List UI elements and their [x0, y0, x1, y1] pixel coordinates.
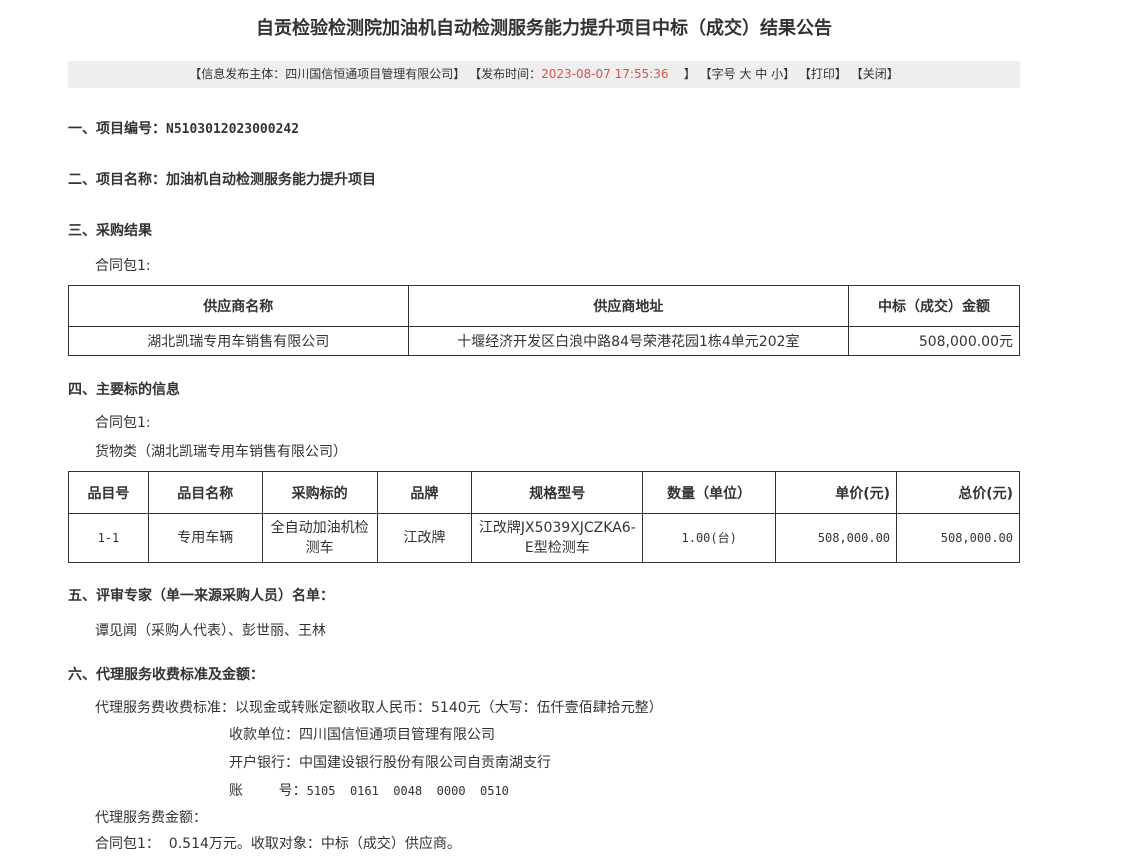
payee: 收款单位：四川国信恒通项目管理有限公司 [229, 727, 495, 743]
procurement-object: 全自动加油机检测车 [261, 513, 378, 563]
item-name: 专用车辆 [147, 513, 263, 563]
quantity: 1.00(台) [642, 513, 777, 563]
supplier-address: 十堰经济开发区白浪中路84号荣港花园1栋4单元202室 [407, 326, 850, 356]
table-row: 湖北凯瑞专用车销售有限公司 十堰经济开发区白浪中路84号荣港花园1栋4单元202… [68, 326, 1020, 356]
total-price: 508,000.00 [896, 513, 1020, 563]
project-number-value: N5103012023000242 [166, 122, 300, 137]
supplier-name: 湖北凯瑞专用车销售有限公司 [68, 326, 409, 356]
table-header-cell: 品目号 [68, 471, 149, 514]
section-heading-experts: 五、评审专家（单一来源采购人员）名单： [68, 588, 334, 604]
table-header-cell: 供应商地址 [407, 285, 850, 327]
page-title: 自贡检验检测院加油机自动检测服务能力提升项目中标（成交）结果公告 [256, 18, 832, 39]
project-name: 二、项目名称：加油机自动检测服务能力提升项目 [68, 169, 376, 189]
publish-time-close: 】 [683, 67, 696, 81]
award-amount: 508,000.00元 [848, 326, 1020, 356]
table-header-cell: 单价(元) [775, 471, 898, 514]
info-bar: 【信息发布主体：四川国信恒通项目管理有限公司】 【发布时间：2023-08-07… [68, 61, 1020, 88]
fee-amount-label: 代理服务费金额： [95, 810, 207, 826]
spec-model: 江改牌JX5039XJCZKA6-E型检测车 [471, 513, 644, 563]
print-link[interactable]: 【打印】 [799, 67, 847, 81]
table-header-cell: 规格型号 [471, 471, 644, 514]
project-number: 一、项目编号：N5103012023000242 [68, 118, 299, 138]
goods-category: 货物类（湖北凯瑞专用车销售有限公司） [95, 444, 347, 460]
table-header-cell: 数量（单位） [642, 471, 777, 514]
project-name-value: 加油机自动检测服务能力提升项目 [166, 172, 376, 188]
font-size-control[interactable]: 【字号 大 中 小】 [700, 67, 795, 81]
items-table: 品目号 品目名称 采购标的 品牌 规格型号 数量（单位） 单价(元) 总价(元)… [68, 471, 1020, 563]
account-number: 5105 0161 0048 0000 0510 [306, 784, 509, 798]
unit-price: 508,000.00 [775, 513, 898, 563]
section-heading-fees: 六、代理服务收费标准及金额： [68, 667, 264, 683]
table-header-row: 品目号 品目名称 采购标的 品牌 规格型号 数量（单位） 单价(元) 总价(元) [68, 471, 1020, 514]
expert-names: 谭见闻（采购人代表）、彭世丽、王林 [95, 623, 326, 639]
table-header-row: 供应商名称 供应商地址 中标（成交）金额 [68, 285, 1020, 327]
package-label: 合同包1: [95, 258, 151, 274]
table-header-cell: 中标（成交）金额 [848, 285, 1020, 327]
table-row: 1-1 专用车辆 全自动加油机检测车 江改牌 江改牌JX5039XJCZKA6-… [68, 513, 1020, 563]
brand: 江改牌 [376, 513, 473, 563]
account: 账 号：5105 0161 0048 0000 0510 [229, 780, 509, 800]
table-header-cell: 总价(元) [896, 471, 1020, 514]
table-header-cell: 品目名称 [147, 471, 263, 514]
publish-time: 2023-08-07 17:55:36 [541, 67, 669, 81]
publish-time-label: 【发布时间： [469, 67, 542, 81]
publisher-info: 【信息发布主体：四川国信恒通项目管理有限公司】 [189, 67, 466, 81]
project-number-label: 一、项目编号： [68, 121, 166, 137]
bank: 开户银行：中国建设银行股份有限公司自贡南湖支行 [229, 755, 551, 771]
account-label: 账 号： [229, 783, 307, 799]
fee-amount-detail: 合同包1： 0.514万元。收取对象：中标（成交）供应商。 [95, 836, 461, 852]
table-header-cell: 采购标的 [261, 471, 378, 514]
table-header-cell: 供应商名称 [68, 285, 409, 327]
section-heading-result: 三、采购结果 [68, 223, 152, 239]
item-number: 1-1 [68, 513, 149, 563]
project-name-label: 二、项目名称： [68, 172, 166, 188]
fee-standard: 代理服务费收费标准：以现金或转账定额收取人民币：5140元（大写：伍仟壹佰肆拾元… [95, 700, 663, 716]
result-table: 供应商名称 供应商地址 中标（成交）金额 湖北凯瑞专用车销售有限公司 十堰经济开… [68, 285, 1020, 356]
table-header-cell: 品牌 [376, 471, 473, 514]
section-heading-items: 四、主要标的信息 [68, 382, 180, 398]
package-label: 合同包1: [95, 415, 151, 431]
close-link[interactable]: 【关闭】 [851, 67, 899, 81]
